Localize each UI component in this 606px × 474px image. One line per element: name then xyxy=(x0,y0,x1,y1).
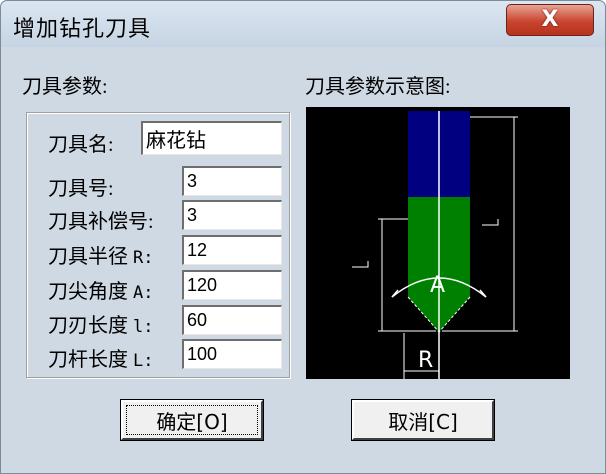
title-bar[interactable]: 增加钻孔刀具 X xyxy=(1,1,605,47)
tool-name-label: 刀具名: xyxy=(48,134,114,156)
shank-length-label: 刀杆长度 L: xyxy=(48,349,154,371)
close-icon: X xyxy=(541,7,559,32)
compensation-number-label: 刀具补偿号: xyxy=(48,211,154,233)
focus-rectangle xyxy=(126,405,258,435)
close-button[interactable]: X xyxy=(506,4,594,36)
tool-number-label: 刀具号: xyxy=(48,178,114,200)
tip-angle-input[interactable]: 120 xyxy=(182,270,282,300)
shank-length-marker xyxy=(482,219,499,226)
flute-length-marker xyxy=(352,261,369,268)
tip-angle-label: 刀尖角度 A: xyxy=(48,281,154,303)
drill-diagram: A R xyxy=(352,111,518,379)
preview-section-title: 刀具参数示意图: xyxy=(305,76,451,98)
flute-length-input[interactable]: 60 xyxy=(182,305,282,335)
tool-number-input[interactable]: 3 xyxy=(182,166,282,196)
shank-length-input[interactable]: 100 xyxy=(182,339,282,369)
radius-label-text: R xyxy=(418,348,433,373)
ok-button[interactable]: 确定[O] xyxy=(121,400,263,440)
radius-input[interactable]: 12 xyxy=(182,235,282,265)
tool-preview: A R xyxy=(306,107,570,379)
cancel-button[interactable]: 取消[C] xyxy=(352,400,494,440)
cancel-button-label: 取消[C] xyxy=(388,409,458,434)
flute-length-label: 刀刃长度 l: xyxy=(48,315,154,337)
radius-label: 刀具半径 R: xyxy=(48,246,154,268)
angle-label: A xyxy=(430,273,445,298)
tool-name-input[interactable]: 麻花钻 xyxy=(141,121,282,155)
params-section-title: 刀具参数: xyxy=(22,76,108,98)
window-title: 增加钻孔刀具 xyxy=(13,17,152,42)
compensation-number-input[interactable]: 3 xyxy=(182,200,282,230)
